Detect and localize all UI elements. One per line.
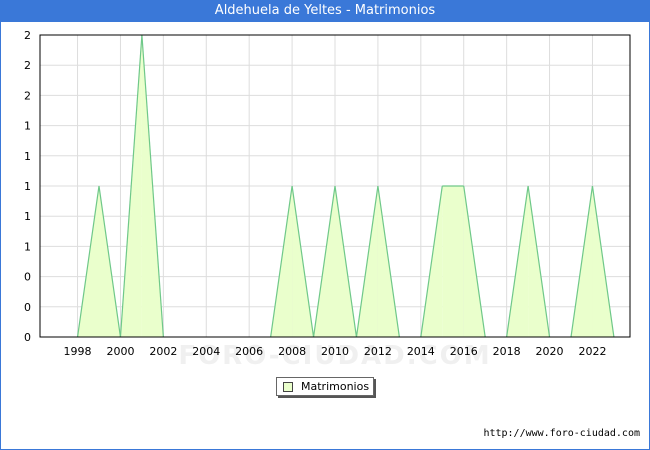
- x-tick-label: 2022: [578, 345, 606, 358]
- x-tick-label: 2018: [493, 345, 521, 358]
- x-tick-label: 2002: [149, 345, 177, 358]
- y-tick-label: 1: [24, 210, 31, 223]
- y-tick-label: 1: [24, 240, 31, 253]
- x-tick-label: 2008: [278, 345, 306, 358]
- legend: Matrimonios: [276, 377, 374, 396]
- y-tick-label: 0: [24, 301, 31, 314]
- y-tick-label: 1: [24, 180, 31, 193]
- y-tick-label: 2: [24, 29, 31, 42]
- y-tick-label: 1: [24, 150, 31, 163]
- x-tick-label: 1998: [64, 345, 92, 358]
- x-tick-label: 2020: [536, 345, 564, 358]
- x-tick-label: 2014: [407, 345, 435, 358]
- legend-swatch: [283, 382, 293, 392]
- x-tick-label: 2010: [321, 345, 349, 358]
- y-tick-label: 0: [24, 271, 31, 284]
- y-tick-label: 2: [24, 89, 31, 102]
- legend-label: Matrimonios: [301, 380, 370, 393]
- y-tick-label: 1: [24, 120, 31, 133]
- y-tick-label: 0: [24, 331, 31, 344]
- source-url: http://www.foro-ciudad.com: [483, 428, 640, 439]
- x-tick-label: 2004: [192, 345, 220, 358]
- series-area-segment: [442, 186, 464, 337]
- y-tick-label: 2: [24, 59, 31, 72]
- x-tick-label: 2012: [364, 345, 392, 358]
- x-tick-label: 2016: [450, 345, 478, 358]
- x-tick-label: 2000: [106, 345, 134, 358]
- x-tick-label: 2006: [235, 345, 263, 358]
